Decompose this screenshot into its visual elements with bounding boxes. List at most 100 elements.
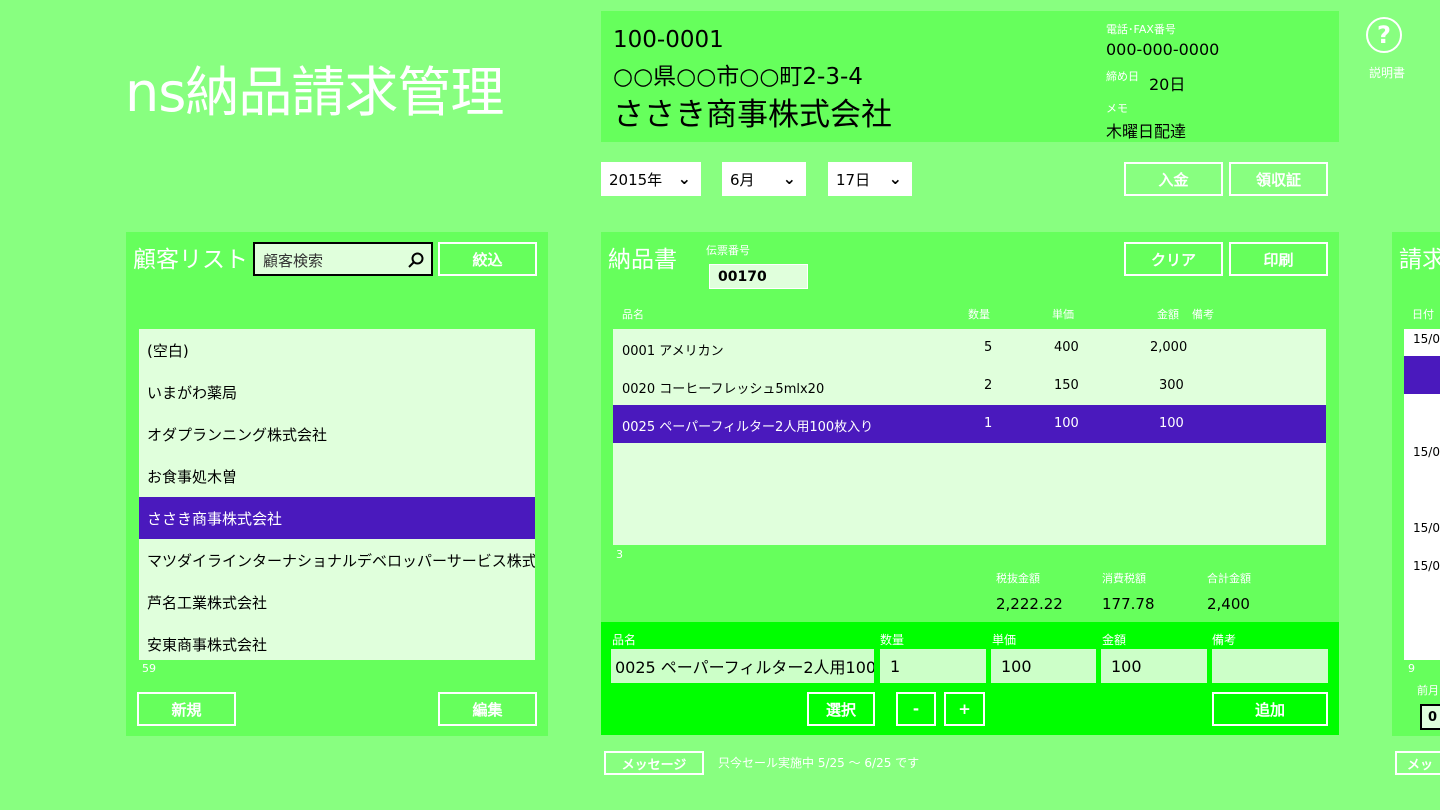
entry-price-label: 単価 xyxy=(992,633,1017,647)
invoice-list: 15/06 15/06 15/06 15/06 xyxy=(1404,329,1440,660)
select-item-button[interactable]: 選択 xyxy=(807,692,875,726)
month-value: 6月 xyxy=(730,170,755,189)
entry-amount-label: 金額 xyxy=(1102,633,1127,647)
invoice-date[interactable]: 15/06 xyxy=(1413,559,1440,573)
entry-note-field[interactable] xyxy=(1212,649,1328,683)
entry-item-label: 品名 xyxy=(612,633,637,647)
total-value: 2,400 xyxy=(1207,595,1250,613)
column-header-qty: 数量 xyxy=(968,308,990,321)
year-select[interactable]: 2015年 ⌄ xyxy=(601,162,701,196)
edit-customer-button[interactable]: 編集 xyxy=(438,692,537,726)
list-item[interactable]: 芦名工業株式会社 xyxy=(139,581,535,623)
customer-name: ささき商事株式会社 xyxy=(613,97,892,133)
row-amount: 2,000 xyxy=(1150,340,1188,355)
subtotal-label: 税抜金額 xyxy=(996,572,1040,585)
filter-button[interactable]: 絞込 xyxy=(438,242,537,276)
print-button[interactable]: 印刷 xyxy=(1229,242,1328,276)
customer-search-input[interactable]: 顧客検索 xyxy=(253,242,433,276)
clear-button[interactable]: クリア xyxy=(1124,242,1223,276)
invoice-message-button[interactable]: メッ xyxy=(1395,751,1440,775)
row-amount: 100 xyxy=(1159,416,1184,431)
chevron-down-icon: ⌄ xyxy=(782,169,796,188)
column-header-note: 備考 xyxy=(1192,308,1214,321)
subtotal-value: 2,222.22 xyxy=(996,595,1063,613)
list-item[interactable]: お食事処木曽 xyxy=(139,455,535,497)
closing-label: 締め日 xyxy=(1106,70,1139,83)
phone-value: 000-000-0000 xyxy=(1106,40,1220,59)
row-unit-price: 400 xyxy=(1054,340,1079,355)
slip-number-input[interactable]: 00170 xyxy=(709,264,808,289)
column-header-item: 品名 xyxy=(622,308,644,321)
help-label[interactable]: 説明書 xyxy=(1362,64,1412,81)
customer-list: (空白) いまがわ薬局 オダプランニング株式会社 お食事処木曽 ささき商事株式会… xyxy=(139,329,535,660)
app-title: ns納品請求管理 xyxy=(125,61,504,124)
add-item-button[interactable]: 追加 xyxy=(1212,692,1328,726)
message-button[interactable]: メッセージ xyxy=(604,751,704,775)
search-placeholder: 顧客検索 xyxy=(263,252,324,270)
memo-label: メモ xyxy=(1106,102,1128,115)
new-customer-button[interactable]: 新規 xyxy=(137,692,236,726)
phone-label: 電話･FAX番号 xyxy=(1106,23,1176,36)
tax-label: 消費税額 xyxy=(1102,572,1146,585)
previous-month-field[interactable]: 0 xyxy=(1420,704,1440,730)
row-qty: 1 xyxy=(984,416,993,431)
invoice-title: 請求 xyxy=(1399,247,1440,273)
column-header-amount: 金額 xyxy=(1157,308,1179,321)
chevron-down-icon: ⌄ xyxy=(677,169,691,188)
entry-qty-field[interactable]: 1 xyxy=(880,649,986,683)
row-count: 3 xyxy=(616,548,623,561)
row-item: 0020 コーヒーフレッシュ5mlx20 xyxy=(622,382,825,397)
total-label: 合計金額 xyxy=(1207,572,1251,585)
day-select[interactable]: 17日 ⌄ xyxy=(828,162,912,196)
list-item[interactable]: 安東商事株式会社 xyxy=(139,623,535,660)
customer-list-title: 顧客リスト xyxy=(133,247,248,273)
help-icon[interactable]: ? xyxy=(1366,17,1402,53)
customer-count: 59 xyxy=(142,662,156,675)
row-unit-price: 100 xyxy=(1054,416,1079,431)
receipt-button[interactable]: 領収証 xyxy=(1229,162,1328,196)
customer-card: 100-0001 ○○県○○市○○町2-3-4 ささき商事株式会社 電話･FAX… xyxy=(601,11,1339,142)
list-item[interactable]: いまがわ薬局 xyxy=(139,371,535,413)
invoice-date-header: 日付 xyxy=(1412,308,1434,321)
invoice-row-selected[interactable] xyxy=(1404,356,1440,394)
entry-price-field[interactable]: 100 xyxy=(991,649,1096,683)
search-icon[interactable] xyxy=(407,251,425,269)
table-row[interactable]: 0001 アメリカン 5 400 2,000 xyxy=(613,329,1326,367)
column-header-unit-price: 単価 xyxy=(1052,308,1074,321)
table-row-selected[interactable]: 0025 ペーパーフィルター2人用100枚入り 1 100 100 xyxy=(613,405,1326,443)
row-unit-price: 150 xyxy=(1054,378,1079,393)
entry-amount-field[interactable]: 100 xyxy=(1101,649,1207,683)
quantity-plus-button[interactable]: + xyxy=(944,692,985,726)
customer-zip: 100-0001 xyxy=(613,27,724,53)
month-select[interactable]: 6月 ⌄ xyxy=(722,162,806,196)
delivery-table: 0001 アメリカン 5 400 2,000 0020 コーヒーフレッシュ5ml… xyxy=(613,329,1326,545)
row-amount: 300 xyxy=(1159,378,1184,393)
invoice-date[interactable]: 15/06 xyxy=(1413,332,1440,346)
year-value: 2015年 xyxy=(609,170,663,189)
message-text: 只今セール実施中 5/25 ～ 6/25 です xyxy=(718,756,920,770)
row-qty: 2 xyxy=(984,378,993,393)
invoice-date[interactable]: 15/06 xyxy=(1413,521,1440,535)
slip-number-label: 伝票番号 xyxy=(706,244,750,257)
chevron-down-icon: ⌄ xyxy=(888,169,902,188)
day-value: 17日 xyxy=(836,170,871,189)
memo-value: 木曜日配達 xyxy=(1106,122,1187,141)
invoice-count: 9 xyxy=(1408,662,1415,675)
invoice-date[interactable]: 15/06 xyxy=(1413,445,1440,459)
entry-item-value: 0025 ペーパーフィルター2人用100枚入り xyxy=(615,658,874,677)
delivery-title: 納品書 xyxy=(608,247,677,273)
entry-note-label: 備考 xyxy=(1212,633,1237,647)
list-item[interactable]: オダプランニング株式会社 xyxy=(139,413,535,455)
closing-value: 20日 xyxy=(1149,75,1186,94)
payment-button[interactable]: 入金 xyxy=(1124,162,1223,196)
previous-month-label: 前月 xyxy=(1417,684,1439,697)
list-item[interactable]: (空白) xyxy=(139,329,535,371)
list-item[interactable]: マツダイラインターナショナルデベロッパーサービス株式会社 xyxy=(139,539,535,581)
table-row[interactable]: 0020 コーヒーフレッシュ5mlx20 2 150 300 xyxy=(613,367,1326,405)
entry-item-field[interactable]: 0025 ペーパーフィルター2人用100枚入り xyxy=(611,649,874,683)
list-item-selected[interactable]: ささき商事株式会社 xyxy=(139,497,535,539)
row-item: 0025 ペーパーフィルター2人用100枚入り xyxy=(622,420,874,435)
quantity-minus-button[interactable]: - xyxy=(896,692,936,726)
entry-qty-label: 数量 xyxy=(880,633,905,647)
row-qty: 5 xyxy=(984,340,993,355)
